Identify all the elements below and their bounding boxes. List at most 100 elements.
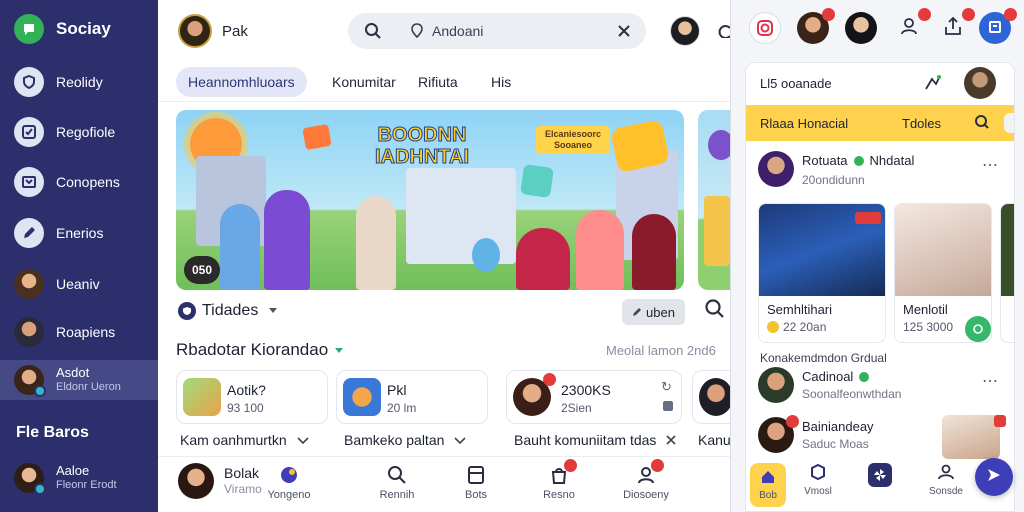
home-icon <box>760 469 776 488</box>
card-sub: 2Sien <box>561 401 592 415</box>
bottom-profile[interactable]: Bolak Viramo <box>178 463 262 499</box>
refresh-icon[interactable]: ↻ <box>661 379 672 395</box>
photo-title: Menlotil <box>903 302 948 317</box>
panel-nav-home[interactable]: Bob <box>750 463 786 507</box>
recommend-header[interactable]: Rbadotar Kiorandao <box>176 340 344 360</box>
card-caption-text: Bauht komuniitam tdas <box>514 432 657 448</box>
compose-fab[interactable] <box>975 458 1013 496</box>
avatar[interactable] <box>670 16 700 46</box>
story-avatar[interactable] <box>845 12 877 44</box>
card-caption-text: Kanu <box>698 432 730 448</box>
post-photo[interactable]: Menlotil 125 3000 <box>894 203 992 343</box>
close-icon[interactable] <box>666 432 676 448</box>
community-card[interactable]: Pkl 20 lm <box>336 370 488 424</box>
panel-highlight-bar[interactable]: Rlaaa Honacial Tdoles <box>746 105 1014 141</box>
shield-icon <box>14 67 44 97</box>
panel-nav-sonsde[interactable]: Sonsde <box>920 463 972 497</box>
nav-diosoeny[interactable]: Diosoeny <box>615 459 677 501</box>
person-illustration <box>576 210 624 290</box>
online-badge <box>34 385 46 397</box>
upload-icon <box>943 16 963 41</box>
nav-yongeno[interactable]: Yongeno <box>258 463 320 501</box>
badge-dot <box>994 415 1006 427</box>
avatar <box>14 317 44 347</box>
people-button[interactable] <box>893 8 931 44</box>
section-header[interactable]: Tidades <box>178 298 682 324</box>
sidebar-item-conopens[interactable]: Conopens <box>0 162 158 202</box>
card-title: 2300KS <box>561 382 611 398</box>
group-row[interactable]: Cadinoal Soonalfeonwthdan ⋯ <box>758 365 1008 405</box>
pen-icon <box>14 218 44 248</box>
user-icon <box>899 16 919 41</box>
box-icon <box>809 463 827 484</box>
story-avatar[interactable] <box>797 8 835 44</box>
avatar <box>14 269 44 299</box>
hero-title: BOODNN IADHNTAI <box>374 124 470 169</box>
card-sub: 20 lm <box>387 401 417 415</box>
card-caption[interactable]: Kam oanhmurtkn <box>180 432 309 448</box>
hero-banner[interactable]: BOODNN IADHNTAI Elcaniesoorc Sooaneo 050 <box>176 110 684 290</box>
community-card[interactable]: 2300KS 2Sien ↻ <box>506 370 682 424</box>
post-author-secondary: Nhdatal <box>869 153 915 168</box>
section-action-label: uben <box>646 304 675 320</box>
section-action-button[interactable]: uben <box>622 299 685 325</box>
sidebar-section-title: Fle Baros <box>16 424 89 441</box>
nav-bots[interactable]: Bots <box>445 463 507 501</box>
card-thumbnail <box>343 378 381 416</box>
stop-icon[interactable] <box>663 401 673 411</box>
card-caption[interactable]: Bauht komuniitam tdas <box>514 432 676 448</box>
share-button[interactable] <box>937 8 975 44</box>
search-icon[interactable] <box>704 298 730 324</box>
card-caption[interactable]: Bamkeko paltan <box>344 432 466 448</box>
sidebar-item-reolidy[interactable]: Reolidy <box>0 62 158 102</box>
panel-nav-pinwheel[interactable] <box>854 463 906 489</box>
avatar <box>14 365 46 397</box>
chart-icon[interactable] <box>924 73 942 94</box>
tab-heannomhluoars[interactable]: Heannomhluoars <box>176 67 307 97</box>
brand[interactable]: Sociay <box>14 14 111 44</box>
card-caption[interactable]: Kanu <box>698 432 730 448</box>
close-icon[interactable] <box>616 23 632 44</box>
post-photo[interactable]: Semhltihari 22 20an <box>758 203 886 343</box>
tab-konumitar[interactable]: Konumitar <box>332 67 396 97</box>
refresh-icon[interactable] <box>718 24 730 38</box>
building-illustration <box>704 196 730 266</box>
post-header[interactable]: Rotuata Nhdatal 20ondidunn ⋯ <box>758 149 1008 189</box>
panel-search-row[interactable]: Ll5 ooanade <box>746 63 1014 103</box>
sidebar-item-asdot[interactable]: Asdot Eldonr Ueron <box>0 360 158 400</box>
scroll-tab[interactable] <box>1004 113 1014 133</box>
more-options-icon[interactable]: ⋯ <box>982 371 999 391</box>
tab-rifiuta[interactable]: Rifiuta <box>418 67 458 97</box>
profile-app-button[interactable] <box>979 8 1017 44</box>
card-title: Aotik? <box>227 382 266 398</box>
sidebar-item-enerios[interactable]: Enerios <box>0 213 158 253</box>
shield-icon <box>178 302 196 320</box>
panel-nav-vmosl[interactable]: Vmosl <box>792 463 844 497</box>
nav-rennih[interactable]: Rennih <box>366 463 428 501</box>
sidebar-footer-user[interactable]: Aaloe Fleonr Erodt <box>0 458 158 498</box>
share-icon[interactable] <box>965 316 991 342</box>
card-caption-text: Kam oanhmurtkn <box>180 432 287 448</box>
card-thumbnail <box>183 378 221 416</box>
avatar[interactable] <box>964 67 996 99</box>
instagram-icon[interactable] <box>749 12 781 44</box>
current-user[interactable]: Pak <box>178 14 248 48</box>
post-photo[interactable] <box>1000 203 1014 343</box>
tab-his[interactable]: His <box>491 67 511 97</box>
search-icon[interactable] <box>974 114 990 133</box>
community-card[interactable] <box>692 370 733 424</box>
inbox-icon <box>464 463 488 487</box>
sidebar: Sociay Reolidy Regofiole Conopens Enerio… <box>0 0 158 512</box>
community-card[interactable]: Aotik? 93 100 <box>176 370 328 424</box>
sidebar-item-regofiole[interactable]: Regofiole <box>0 112 158 152</box>
nav-resno[interactable]: Resno <box>528 459 590 501</box>
bottom-post-row[interactable]: Bainiandeay Saduc Moas <box>758 415 1014 459</box>
panel-card: Ll5 ooanade Rlaaa Honacial Tdoles Rotuat… <box>745 62 1015 512</box>
more-options-icon[interactable]: ⋯ <box>982 155 999 175</box>
search-bar[interactable]: Andoani <box>348 13 646 49</box>
panel-bottom-nav: Bob Vmosl Sonsde <box>746 459 1014 511</box>
search-input[interactable]: Andoani <box>432 23 483 39</box>
sidebar-item-roapiens[interactable]: Roapiens <box>0 312 158 352</box>
live-tag <box>855 212 881 224</box>
sidebar-item-ueaniv[interactable]: Ueaniv <box>0 264 158 304</box>
